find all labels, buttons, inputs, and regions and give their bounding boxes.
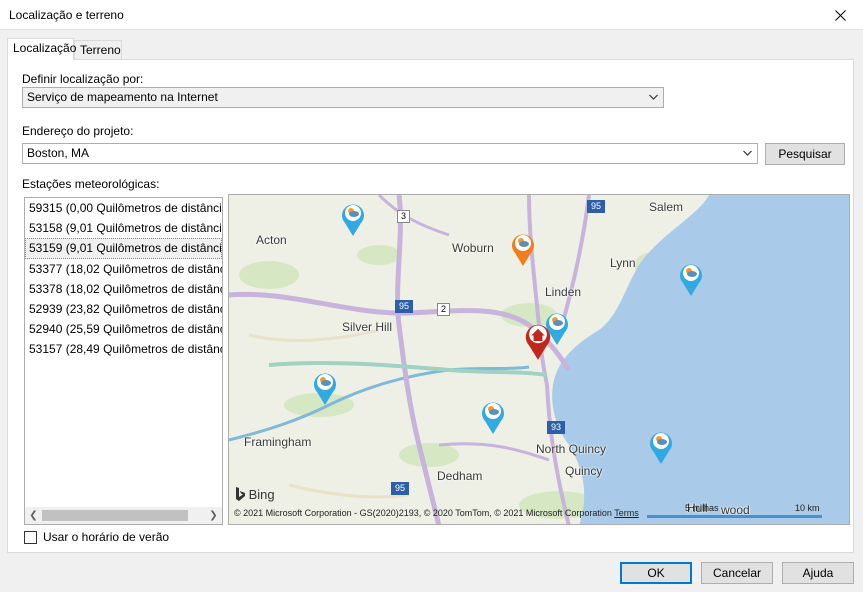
address-label: Endereço do projeto:	[22, 124, 134, 138]
map-label-silver-hill: Silver Hill	[342, 320, 393, 334]
route-shield: 3	[397, 210, 411, 223]
stations-label: Estações meteorológicas:	[22, 177, 160, 191]
map-label-quincy: Quincy	[565, 464, 603, 478]
close-button[interactable]	[817, 0, 863, 30]
title-bar: Localização e terreno	[0, 0, 863, 30]
stations-list[interactable]: 59315 (0,00 Quilômetros de distância) 531…	[24, 197, 223, 525]
list-item[interactable]: 53377 (18,02 Quilômetros de distância)	[25, 259, 222, 279]
daylight-saving-checkbox[interactable]	[24, 531, 37, 544]
list-item[interactable]: 53157 (28,49 Quilômetros de distância)	[25, 339, 222, 359]
address-combo[interactable]: Boston, MA	[22, 143, 758, 164]
list-item[interactable]: 53378 (18,02 Quilômetros de distância)	[25, 279, 222, 299]
scroll-left-icon[interactable]: ❮	[25, 507, 42, 524]
cancel-button[interactable]: Cancelar	[701, 562, 773, 584]
route-shield: 95	[587, 200, 606, 213]
list-item[interactable]: 53158 (9,01 Quilômetros de distância)	[25, 218, 222, 238]
map-label-lynn: Lynn	[610, 256, 636, 270]
scale-km-label: 10 km	[795, 503, 820, 513]
chevron-down-icon	[743, 146, 752, 163]
weather-station-pin-icon[interactable]	[480, 399, 506, 435]
weather-station-pin-icon[interactable]	[312, 370, 338, 406]
search-button[interactable]: Pesquisar	[765, 143, 845, 165]
chevron-down-icon	[649, 90, 658, 107]
stations-list-items: 59315 (0,00 Quilômetros de distância) 531…	[25, 198, 222, 360]
daylight-saving-label: Usar o horário de verão	[43, 530, 170, 544]
route-shield: 95	[395, 300, 414, 313]
route-shield: 2	[437, 303, 451, 316]
bing-label: Bing	[248, 487, 275, 502]
map-attribution: © 2021 Microsoft Corporation - GS(2020)2…	[234, 508, 639, 518]
tab-terreno[interactable]: Terreno	[74, 40, 122, 59]
bing-logo: Bing	[235, 487, 275, 502]
map-label-dedham: Dedham	[437, 469, 483, 483]
scrollbar-thumb[interactable]	[42, 510, 188, 521]
weather-station-pin-icon[interactable]	[678, 261, 704, 297]
location-method-select[interactable]: Serviço de mapeamento na Internet	[22, 87, 664, 108]
map-view[interactable]: Salem Acton Woburn Lynn Linden Silver Hi…	[228, 194, 850, 525]
scroll-right-icon[interactable]: ❯	[205, 507, 222, 524]
weather-station-pin-icon[interactable]	[340, 201, 366, 237]
map-label-woburn: Woburn	[452, 241, 494, 255]
window-title: Localização e terreno	[9, 8, 124, 22]
location-panel: Definir localização por: Serviço de mape…	[7, 59, 854, 553]
route-shield: 93	[547, 421, 566, 434]
ok-button[interactable]: OK	[620, 562, 692, 584]
map-label-north-quincy: North Quincy	[536, 442, 607, 456]
map-label-acton: Acton	[256, 233, 287, 247]
location-method-value: Serviço de mapeamento na Internet	[27, 90, 218, 104]
address-value: Boston, MA	[27, 146, 90, 160]
attribution-text: © 2021 Microsoft Corporation - GS(2020)2…	[234, 508, 612, 518]
scale-bar	[647, 515, 822, 518]
bing-icon	[236, 487, 245, 501]
map-label-linden: Linden	[545, 285, 582, 299]
home-pin-icon[interactable]	[523, 321, 553, 361]
map-label-salem: Salem	[649, 200, 684, 214]
tab-localizacao[interactable]: Localização	[7, 38, 76, 60]
horizontal-scrollbar[interactable]: ❮ ❯	[25, 507, 222, 524]
help-button[interactable]: Ajuda	[782, 562, 854, 584]
define-location-label: Definir localização por:	[22, 72, 144, 86]
list-item[interactable]: 53159 (9,01 Quilômetros de distância)	[25, 238, 222, 259]
scale-miles-label: 5 milhas	[685, 503, 719, 513]
weather-station-pin-icon[interactable]	[510, 231, 536, 267]
route-shield: 95	[391, 482, 410, 495]
close-icon	[834, 9, 846, 21]
map-label-framingham: Framingham	[244, 435, 312, 449]
weather-station-pin-icon[interactable]	[648, 429, 674, 465]
list-item[interactable]: 59315 (0,00 Quilômetros de distância)	[25, 198, 222, 218]
list-item[interactable]: 52939 (23,82 Quilômetros de distância)	[25, 299, 222, 319]
list-item[interactable]: 52940 (25,59 Quilômetros de distância)	[25, 319, 222, 339]
terms-link[interactable]: Terms	[614, 508, 639, 518]
